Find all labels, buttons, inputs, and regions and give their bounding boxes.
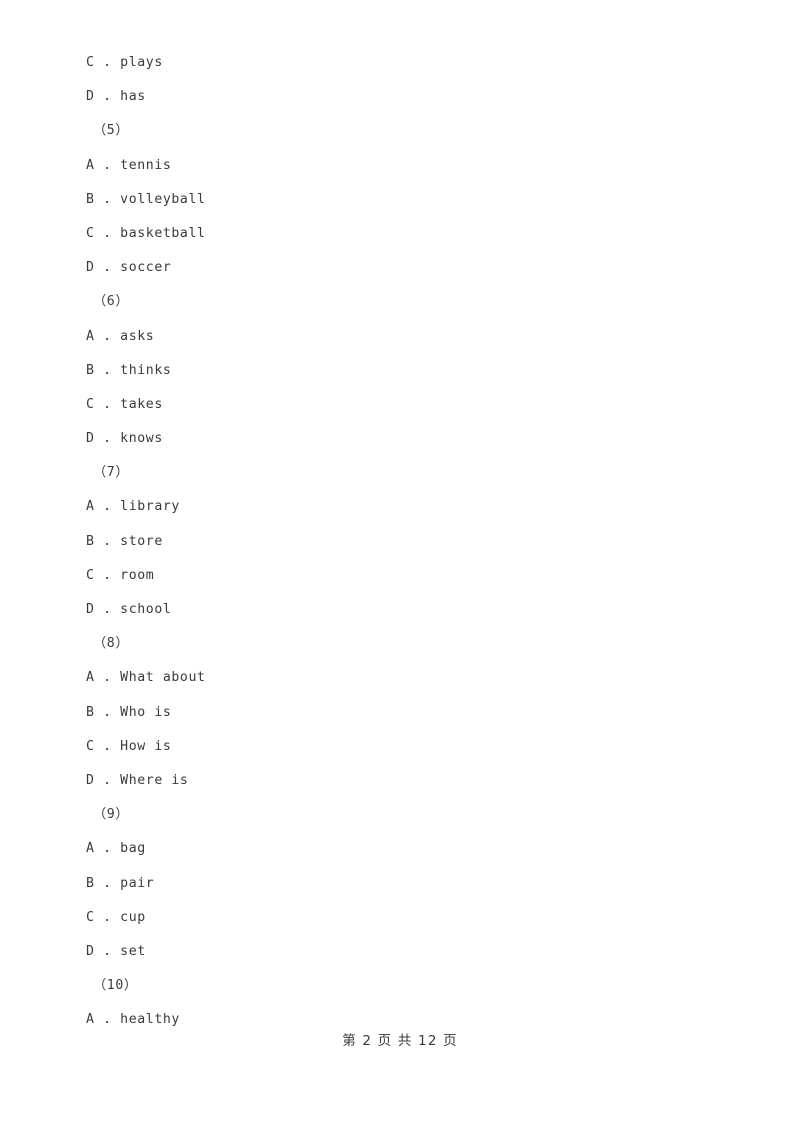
answer-option: C . room bbox=[86, 567, 155, 583]
answer-option: C . How is bbox=[86, 738, 172, 754]
question-number: （9） bbox=[93, 807, 130, 823]
answer-option: A . library bbox=[86, 499, 180, 515]
answer-option: A . tennis bbox=[86, 157, 172, 173]
answer-option: A . asks bbox=[86, 328, 155, 344]
answer-option: D . school bbox=[86, 602, 172, 617]
answer-option: B . store bbox=[86, 533, 163, 549]
question-number: （5） bbox=[93, 123, 130, 139]
question-number: （10） bbox=[93, 978, 138, 994]
answer-option: A . What about bbox=[86, 670, 206, 686]
answer-option: B . Who is bbox=[86, 704, 172, 720]
answer-option: C . takes bbox=[86, 396, 163, 412]
answer-option: A . bag bbox=[86, 841, 146, 857]
question-number: （7） bbox=[93, 465, 130, 481]
question-list: C . plays D . has （5） A . tennis B . volleyb… bbox=[86, 46, 726, 1037]
answer-option: D . Where is bbox=[86, 772, 189, 788]
answer-option: B . pair bbox=[86, 875, 155, 891]
answer-option: D . has bbox=[86, 89, 146, 105]
document-page: C . plays D . has （5） A . tennis B . volleyb… bbox=[0, 0, 800, 1132]
page-footer: 第 2 页 共 12 页 bbox=[342, 1033, 458, 1049]
answer-option: C . plays bbox=[86, 55, 163, 70]
answer-option: B . volleyball bbox=[86, 191, 206, 207]
answer-option: C . basketball bbox=[86, 225, 206, 241]
answer-option: D . set bbox=[86, 943, 146, 959]
answer-option: B . thinks bbox=[86, 362, 172, 378]
answer-option: D . knows bbox=[86, 431, 163, 447]
answer-option: C . cup bbox=[86, 909, 146, 925]
answer-option: D . soccer bbox=[86, 260, 172, 276]
question-number: （6） bbox=[93, 294, 130, 310]
question-number: （8） bbox=[93, 636, 130, 652]
